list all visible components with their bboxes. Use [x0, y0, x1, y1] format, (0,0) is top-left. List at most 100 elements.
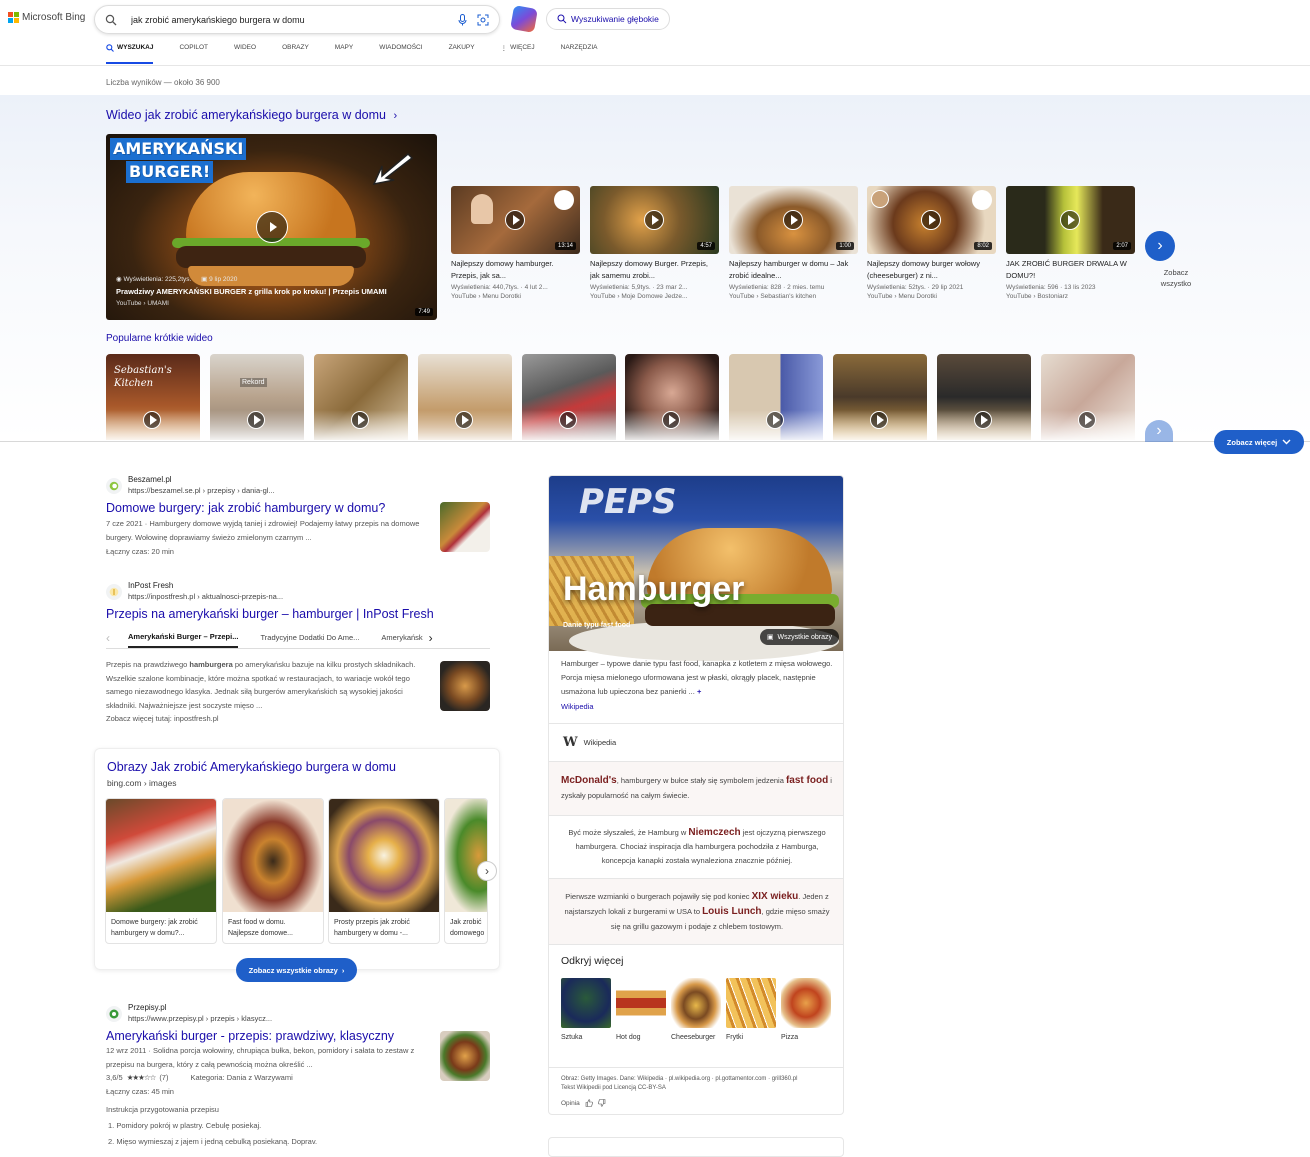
- tab-more[interactable]: ⋮ WIĘCEJ: [501, 44, 535, 64]
- wikipedia-label: Wikipedia: [583, 738, 617, 747]
- play-icon[interactable]: [1060, 210, 1080, 230]
- copilot-icon[interactable]: [510, 5, 538, 33]
- deep-search-button[interactable]: Wyszukiwanie głębokie: [546, 8, 670, 30]
- result-thumbnail[interactable]: [440, 661, 490, 711]
- result-thumbnail[interactable]: [440, 1031, 490, 1081]
- search-result-body: Przepis na prawdziwego hamburgera po ame…: [106, 658, 490, 726]
- thumbs-up-icon[interactable]: [585, 1099, 593, 1107]
- video-card[interactable]: 1:00 Najlepszy hamburger w domu – Jak zr…: [729, 186, 858, 300]
- video-card[interactable]: 8:02 Najlepszy domowy burger wołowy (che…: [867, 186, 996, 300]
- thumbs-down-icon[interactable]: [597, 1099, 606, 1107]
- calendar-icon: ▣: [201, 276, 208, 283]
- short-video[interactable]: [314, 354, 408, 440]
- discover-item[interactable]: Sztuka: [561, 978, 611, 1043]
- images-title[interactable]: Obrazy Jak zrobić Amerykańskiego burgera…: [107, 760, 396, 774]
- result-thumbnail[interactable]: [440, 502, 490, 552]
- play-icon[interactable]: [921, 210, 941, 230]
- short-video[interactable]: [937, 354, 1031, 440]
- video-section-title[interactable]: Wideo jak zrobić amerykańskiego burgera …: [106, 108, 397, 122]
- play-icon[interactable]: [974, 411, 992, 429]
- subtab[interactable]: Amerykański Burger – Przepi...: [128, 632, 239, 648]
- play-icon[interactable]: [766, 411, 784, 429]
- bing-logo[interactable]: Microsoft Bing: [8, 12, 85, 23]
- play-icon[interactable]: [247, 411, 265, 429]
- subtab[interactable]: Amerykańsk: [381, 633, 422, 642]
- short-video[interactable]: [833, 354, 927, 440]
- short-video[interactable]: [729, 354, 823, 440]
- short-video[interactable]: [418, 354, 512, 440]
- subtabs-prev-icon[interactable]: ‹: [106, 631, 110, 645]
- play-icon[interactable]: [662, 411, 680, 429]
- tab-copilot[interactable]: COPILOT: [179, 44, 208, 64]
- play-icon[interactable]: [505, 210, 525, 230]
- microsoft-logo-icon: [8, 12, 19, 23]
- images-next-button[interactable]: ›: [477, 861, 497, 881]
- play-icon[interactable]: [644, 210, 664, 230]
- knowledge-hero[interactable]: PEPS Hamburger Danie typu fast food ▣ Ws…: [549, 476, 843, 661]
- result-more-link[interactable]: Zobacz więcej tutaj: inpostfresh.pl: [106, 712, 424, 726]
- short-video[interactable]: [522, 354, 616, 440]
- short-video[interactable]: Sebastian's Kitchen: [106, 354, 200, 440]
- shorts-title[interactable]: Popularne krótkie wideo: [106, 333, 213, 344]
- video-title: Najlepszy domowy burger wołowy (cheesebu…: [867, 259, 980, 280]
- see-all-videos-link[interactable]: Zobacz wszystko: [1152, 267, 1200, 289]
- video-card[interactable]: 13:14 Najlepszy domowy hamburger. Przepi…: [451, 186, 580, 300]
- all-images-button[interactable]: ▣ Wszystkie obrazy: [759, 629, 839, 645]
- knowledge-title: Hamburger: [563, 570, 745, 608]
- video-card[interactable]: 2:07 JAK ZROBIĆ BURGER DRWALA W DOMU?! W…: [1006, 186, 1135, 300]
- result-site[interactable]: Przepisy.pl https://www.przepisy.pl › pr…: [106, 1003, 490, 1024]
- video-thumbnail: 1:00: [729, 186, 858, 254]
- search-input[interactable]: [131, 14, 458, 25]
- subtabs-next-icon[interactable]: ›: [429, 631, 433, 645]
- tab-tools[interactable]: NARZĘDZIA: [561, 44, 598, 64]
- play-icon[interactable]: [256, 211, 288, 243]
- result-site[interactable]: Beszamel.pl https://beszamel.se.pl › prz…: [106, 475, 490, 496]
- tab-video[interactable]: WIDEO: [234, 44, 256, 64]
- shorts-next-button[interactable]: ›: [1145, 420, 1173, 442]
- result-title[interactable]: Domowe burgery: jak zrobić hamburgery w …: [106, 500, 490, 516]
- site-url: https://beszamel.se.pl › przepisy › dani…: [128, 486, 275, 495]
- tab-images[interactable]: OBRAZY: [282, 44, 309, 64]
- wikipedia-source[interactable]: W Wikipedia: [549, 723, 843, 761]
- short-video[interactable]: Rekord: [210, 354, 304, 440]
- see-more-button[interactable]: Zobacz więcej: [1214, 430, 1304, 454]
- license-link[interactable]: Tekst Wikipedii pod Licencją CC-BY-SA: [561, 1084, 841, 1093]
- result-site[interactable]: InPost Fresh https://inpostfresh.pl › ak…: [106, 581, 490, 602]
- result-title[interactable]: Amerykański burger - przepis: prawdziwy,…: [106, 1028, 490, 1044]
- eye-icon: ◉: [116, 276, 122, 283]
- result-title[interactable]: Przepis na amerykański burger – hamburge…: [106, 606, 490, 622]
- play-icon[interactable]: [559, 411, 577, 429]
- image-tile[interactable]: Domowe burgery: jak zrobić hamburgery w …: [105, 798, 217, 944]
- video-card[interactable]: 4:57 Najlepszy domowy Burger. Przepis, j…: [590, 186, 719, 300]
- play-icon[interactable]: [351, 411, 369, 429]
- discover-item[interactable]: Pizza: [781, 978, 831, 1043]
- expand-icon[interactable]: +: [697, 687, 701, 696]
- see-all-images-button[interactable]: Zobacz wszystkie obrazy ›: [236, 958, 357, 982]
- short-video[interactable]: [625, 354, 719, 440]
- play-icon[interactable]: [143, 411, 161, 429]
- tab-maps[interactable]: MAPY: [335, 44, 353, 64]
- featured-video[interactable]: AMERYKAŃSKI BURGER! ◉ Wyświetlenia: 225,…: [106, 134, 437, 320]
- video-title: JAK ZROBIĆ BURGER DRWALA W DOMU?!: [1006, 259, 1127, 280]
- tab-search[interactable]: WYSZUKAJ: [106, 44, 154, 64]
- image-tile[interactable]: Fast food w domu. Najlepsze domowe...: [222, 798, 324, 944]
- discover-item[interactable]: Hot dog: [616, 978, 666, 1043]
- image-tile[interactable]: Prosty przepis jak zrobić hamburgery w d…: [328, 798, 440, 944]
- play-icon[interactable]: [870, 411, 888, 429]
- microphone-icon[interactable]: [458, 13, 467, 26]
- search-result: Przepisy.pl https://www.przepisy.pl › pr…: [106, 1003, 490, 1149]
- search-box[interactable]: [94, 5, 500, 34]
- discover-item[interactable]: Cheeseburger: [671, 978, 721, 1043]
- play-icon[interactable]: [783, 210, 803, 230]
- tab-news[interactable]: WIADOMOŚCI: [379, 44, 422, 64]
- short-video[interactable]: [1041, 354, 1135, 440]
- play-icon[interactable]: [455, 411, 473, 429]
- image-label: Prosty przepis jak zrobić hamburgery w d…: [334, 919, 410, 937]
- wikipedia-link[interactable]: Wikipedia: [561, 700, 833, 714]
- subtab[interactable]: Tradycyjne Dodatki Do Ame...: [260, 633, 359, 642]
- discover-item[interactable]: Frytki: [726, 978, 776, 1043]
- visual-search-icon[interactable]: [477, 14, 489, 26]
- videos-next-button[interactable]: ›: [1145, 231, 1175, 261]
- tab-shopping[interactable]: ZAKUPY: [449, 44, 475, 64]
- play-icon[interactable]: [1078, 411, 1096, 429]
